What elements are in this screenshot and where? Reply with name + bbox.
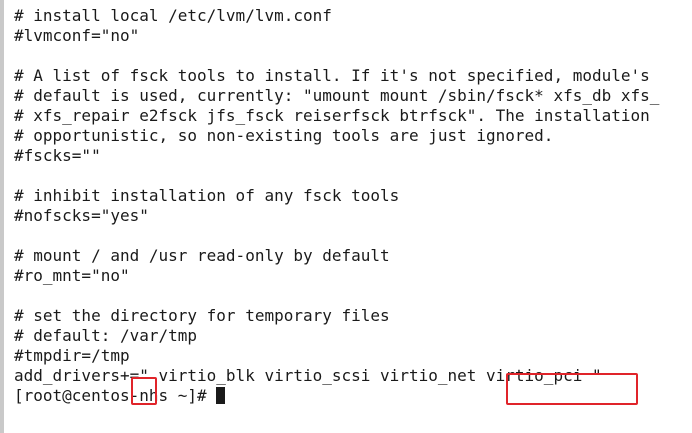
config-line-ro-mnt: #ro_mnt="no" [14, 266, 130, 285]
config-line-comment: # default is used, currently: "umount mo… [14, 86, 660, 105]
config-line-comment: # default: /var/tmp [14, 326, 198, 345]
config-line-nofscks: #nofscks="yes" [14, 206, 149, 225]
config-line-comment: # inhibit installation of any fsck tools [14, 186, 400, 205]
config-line-blank [14, 226, 659, 246]
window-border [0, 0, 4, 433]
config-line-comment: # install local /etc/lvm/lvm.conf [14, 6, 332, 25]
config-line-blank [14, 286, 659, 306]
terminal-text-area[interactable]: # install local /etc/lvm/lvm.conf #lvmco… [14, 6, 659, 406]
shell-prompt: [root@centos-nhs ~]# [14, 386, 207, 405]
config-line-blank [14, 46, 659, 66]
terminal-window[interactable]: # install local /etc/lvm/lvm.conf #lvmco… [0, 0, 692, 433]
config-line-lvmconf: #lvmconf="no" [14, 26, 140, 45]
text-cursor [216, 387, 226, 404]
config-line-fscks: #fscks="" [14, 146, 101, 165]
config-line-comment: # A list of fsck tools to install. If it… [14, 66, 650, 85]
config-line-comment: # xfs_repair e2fsck jfs_fsck reiserfsck … [14, 106, 650, 125]
config-line-blank [14, 166, 659, 186]
shell-prompt-line[interactable]: [root@centos-nhs ~]# [14, 386, 659, 406]
config-line-tmpdir: #tmpdir=/tmp [14, 346, 130, 365]
config-line-add-drivers: add_drivers+=" virtio_blk virtio_scsi vi… [14, 366, 602, 385]
config-line-comment: # set the directory for temporary files [14, 306, 390, 325]
config-line-comment: # opportunistic, so non-existing tools a… [14, 126, 554, 145]
config-line-comment: # mount / and /usr read-only by default [14, 246, 390, 265]
